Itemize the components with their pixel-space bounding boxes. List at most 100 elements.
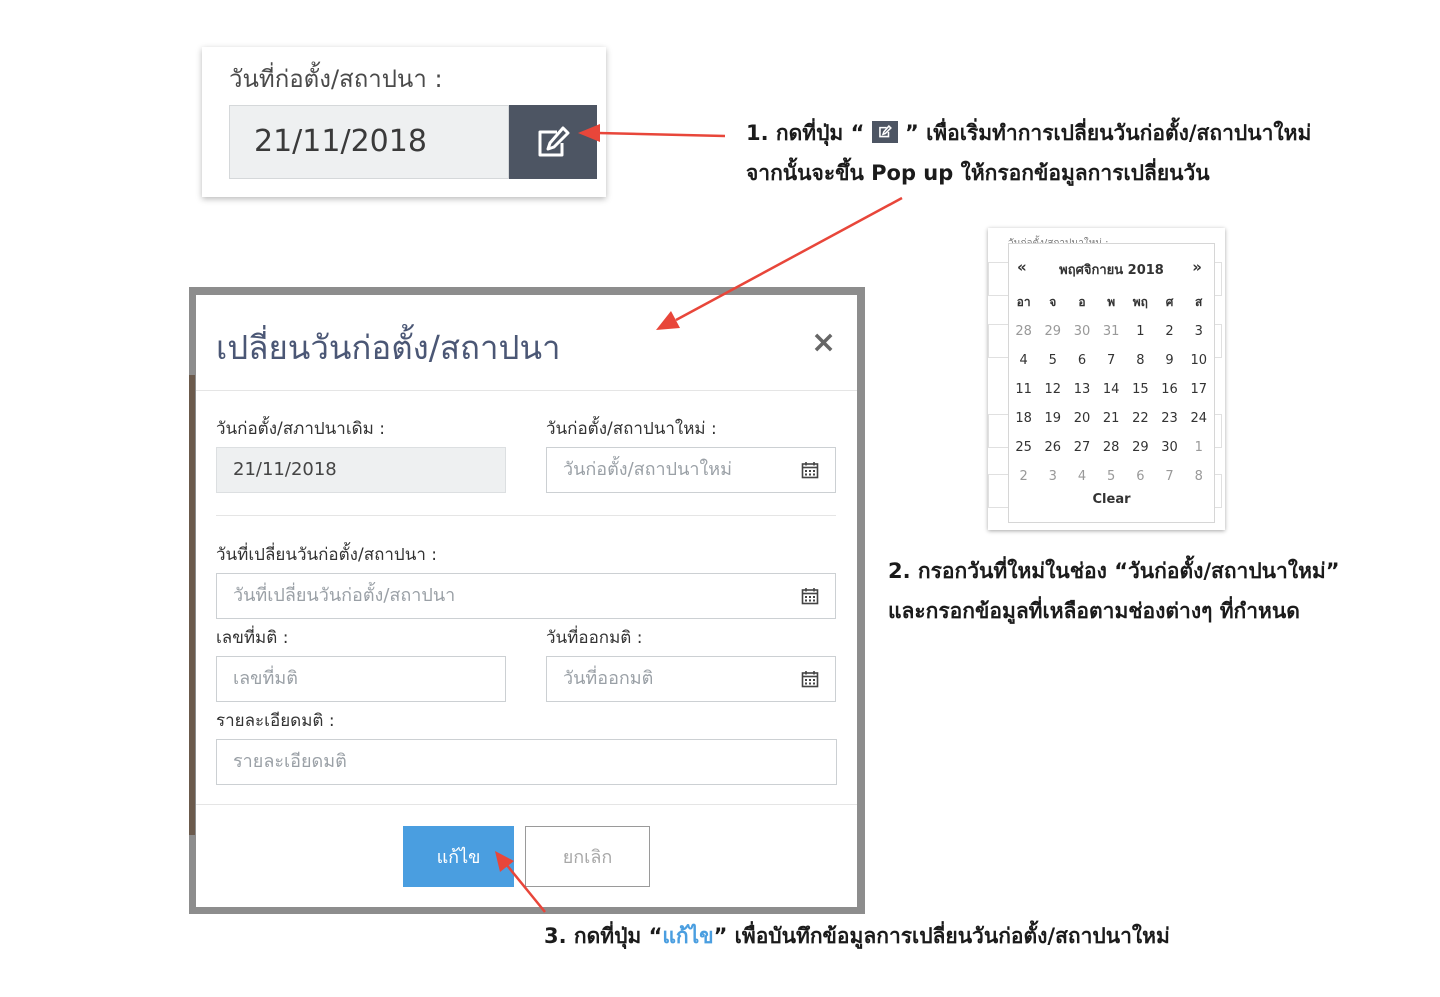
calendar-day[interactable]: 7 [1097, 353, 1126, 368]
edit-date-button[interactable] [509, 105, 597, 179]
arrow-line [597, 131, 726, 138]
calendar-day[interactable]: 3 [1184, 324, 1213, 339]
calendar-week-row: 4 5 6 7 8 9 10 [1009, 346, 1214, 375]
resolution-date-calendar-button[interactable] [784, 656, 836, 702]
calendar-day[interactable]: 6 [1126, 469, 1155, 484]
calendar-day[interactable]: 29 [1126, 440, 1155, 455]
calendar-day[interactable]: 15 [1126, 382, 1155, 397]
step1-text-line2: จากนั้นจะขึ้น Pop up ให้กรอกข้อมูลการเปล… [746, 161, 1210, 185]
calendar-day[interactable]: 4 [1009, 353, 1038, 368]
calendar-day[interactable]: 12 [1038, 382, 1067, 397]
calendar-day[interactable]: 31 [1097, 324, 1126, 339]
modal-footer-divider [196, 804, 857, 805]
clear-date-button[interactable]: Clear [1009, 492, 1214, 507]
calendar-day[interactable]: 5 [1097, 469, 1126, 484]
annotation-step-1: 1. กดที่ปุ่ม “ ” เพื่อเริ่มทำการเปลี่ยนว… [746, 113, 1311, 193]
step2-text-line2: และกรอกข้อมูลที่เหลือตามช่องต่างๆ ที่กำห… [888, 599, 1300, 623]
step1-text-pre: 1. กดที่ปุ่ม “ [746, 121, 872, 145]
resolution-number-label: เลขที่มติ : [216, 628, 289, 648]
new-date-calendar-button[interactable] [784, 447, 836, 493]
calendar-day[interactable]: 24 [1184, 411, 1213, 426]
calendar-day[interactable]: 14 [1097, 382, 1126, 397]
calendar-week-row: 25 26 27 28 29 30 1 [1009, 433, 1214, 462]
prev-month-button[interactable]: « [1017, 258, 1027, 276]
step3-text-pre: 3. กดที่ปุ่ม “ [544, 924, 663, 948]
old-date-label: วันก่อตั้ง/สภาปนาเดิม : [216, 419, 386, 439]
modal-header-divider [196, 390, 857, 391]
founding-date-label: วันที่ก่อตั้ง/สถาปนา : [229, 65, 443, 93]
founding-date-snippet: วันที่ก่อตั้ง/สถาปนา : 21/11/2018 [202, 47, 606, 197]
resolution-number-input[interactable]: เลขที่มติ [216, 656, 506, 702]
weekday-label: อ [1078, 295, 1086, 309]
calendar-week-row: 11 12 13 14 15 16 17 [1009, 375, 1214, 404]
calendar-day[interactable]: 16 [1155, 382, 1184, 397]
save-button[interactable]: แก้ไข [403, 826, 514, 887]
calendar-day[interactable]: 27 [1067, 440, 1096, 455]
calendar-day[interactable]: 1 [1126, 324, 1155, 339]
resolution-date-label: วันที่ออกมติ : [546, 628, 643, 648]
calendar-day[interactable]: 5 [1038, 353, 1067, 368]
weekday-header-row: อา จ อ พ พฤ ศ ส [1009, 288, 1214, 317]
resolution-date-input[interactable]: วันที่ออกมติ [546, 656, 785, 702]
new-date-input[interactable]: วันก่อตั้ง/สถาปนาใหม่ [546, 447, 785, 493]
calendar-day[interactable]: 30 [1155, 440, 1184, 455]
cancel-button[interactable]: ยกเลิก [525, 826, 650, 887]
close-icon[interactable]: × [811, 325, 836, 360]
calendar-day[interactable]: 28 [1097, 440, 1126, 455]
calendar-day[interactable]: 28 [1009, 324, 1038, 339]
change-date-input[interactable]: วันที่เปลี่ยนวันก่อตั้ง/สถาปนา [216, 573, 785, 619]
calendar-day[interactable]: 23 [1155, 411, 1184, 426]
change-founding-date-modal: เปลี่ยนวันก่อตั้ง/สถาปนา × วันก่อตั้ง/สภ… [196, 295, 857, 907]
weekday-label: ศ [1165, 295, 1174, 309]
step1-text-post: ” เพื่อเริ่มทำการเปลี่ยนวันก่อตั้ง/สถาปน… [897, 121, 1312, 145]
step3-text-post: ” เพื่อบันทึกข้อมูลการเปลี่ยนวันก่อตั้ง/… [713, 924, 1170, 948]
calendar-day[interactable]: 4 [1067, 469, 1096, 484]
calendar-day[interactable]: 8 [1184, 469, 1213, 484]
old-date-field: 21/11/2018 [216, 447, 506, 493]
calendar-day[interactable]: 7 [1155, 469, 1184, 484]
annotation-step-2: 2. กรอกวันที่ใหม่ในช่อง “วันก่อตั้ง/สถาป… [888, 551, 1340, 631]
resolution-detail-input[interactable]: รายละเอียดมติ [216, 739, 837, 785]
calendar-day[interactable]: 13 [1067, 382, 1096, 397]
step3-text-highlight: แก้ไข [662, 924, 714, 948]
calendar-day[interactable]: 29 [1038, 324, 1067, 339]
calendar-day[interactable]: 17 [1184, 382, 1213, 397]
calendar-week-row: 2345678 [1009, 462, 1214, 491]
calendar-day[interactable]: 2 [1009, 469, 1038, 484]
new-date-label: วันก่อตั้ง/สถาปนาใหม่ : [546, 419, 717, 439]
calendar-day[interactable]: 26 [1038, 440, 1067, 455]
edit-icon [871, 121, 898, 143]
weekday-label: ส [1195, 295, 1203, 309]
weekday-label: พฤ [1132, 295, 1148, 309]
calendar-day[interactable]: 10 [1184, 353, 1213, 368]
calendar-day[interactable]: 3 [1038, 469, 1067, 484]
calendar-icon [801, 671, 818, 688]
month-label[interactable]: พฤศจิกายน 2018 [1049, 259, 1174, 280]
modal-title: เปลี่ยนวันก่อตั้ง/สถาปนา [216, 328, 561, 367]
calendar-day[interactable]: 1 [1184, 440, 1213, 455]
form-divider [216, 515, 836, 516]
calendar-day[interactable]: 30 [1067, 324, 1096, 339]
datepicker-header: « พฤศจิกายน 2018 » [1009, 258, 1214, 278]
founding-date-field: 21/11/2018 [229, 105, 509, 179]
edit-icon [538, 126, 570, 157]
calendar-icon [801, 588, 818, 605]
calendar-week-row: 28 29 30 31 1 2 3 [1009, 317, 1214, 346]
weekday-label: จ [1049, 295, 1057, 309]
calendar-day[interactable]: 8 [1126, 353, 1155, 368]
step2-text-line1: 2. กรอกวันที่ใหม่ในช่อง “วันก่อตั้ง/สถาป… [888, 559, 1340, 583]
calendar-day[interactable]: 9 [1155, 353, 1184, 368]
datepicker-calendar: « พฤศจิกายน 2018 » อาจอพพฤศส 28 29 30 31 1 2 3 4… [1008, 243, 1215, 523]
calendar-day[interactable]: 20 [1067, 411, 1096, 426]
calendar-day[interactable]: 19 [1038, 411, 1067, 426]
calendar-day[interactable]: 21 [1097, 411, 1126, 426]
change-date-calendar-button[interactable] [784, 573, 836, 619]
next-month-button[interactable]: » [1192, 258, 1202, 276]
calendar-day[interactable]: 18 [1009, 411, 1038, 426]
calendar-day[interactable]: 11 [1009, 382, 1038, 397]
calendar-day[interactable]: 25 [1009, 440, 1038, 455]
calendar-day[interactable]: 22 [1126, 411, 1155, 426]
calendar-day[interactable]: 6 [1067, 353, 1096, 368]
calendar-day[interactable]: 2 [1155, 324, 1184, 339]
calendar-icon [801, 462, 818, 479]
